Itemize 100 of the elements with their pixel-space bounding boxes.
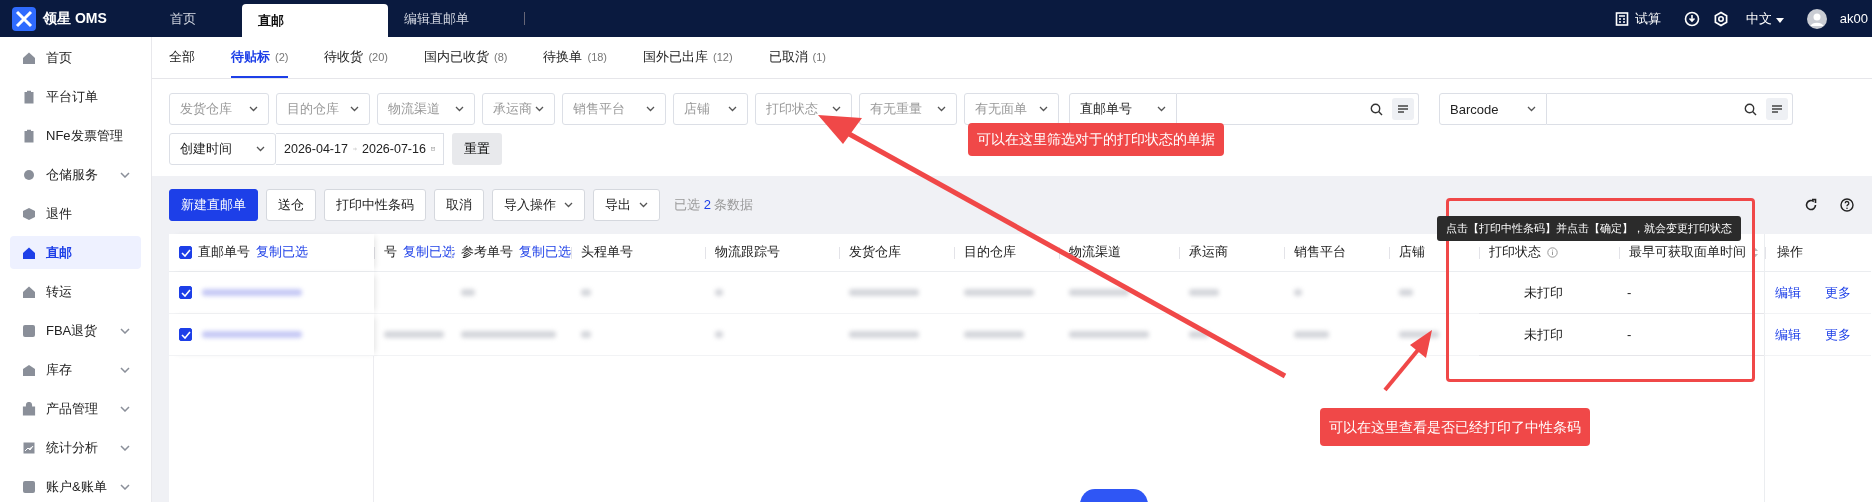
chevron-icon — [249, 106, 258, 112]
select-all-checkbox[interactable] — [179, 246, 192, 259]
list-icon[interactable] — [1766, 98, 1788, 120]
row-action-link[interactable]: 更多 — [1825, 283, 1851, 302]
sidebar-item[interactable]: 产品管理 — [10, 392, 141, 425]
column-header: 头程单号 — [581, 244, 633, 261]
toolbar-button[interactable]: 取消 — [434, 189, 484, 221]
date-type-select[interactable]: 创建时间 — [169, 133, 276, 165]
copy-selected-link[interactable]: 复制已选 — [519, 244, 571, 261]
page-tab[interactable]: 首页 — [154, 0, 242, 37]
sidebar-item[interactable]: 退件 — [10, 197, 141, 230]
page-tab[interactable]: 编辑直邮单 — [388, 0, 518, 37]
app-name: 领星 OMS — [43, 9, 107, 28]
sidebar-item[interactable]: FBA退货 — [10, 314, 141, 347]
blurred-text — [1069, 289, 1129, 296]
column-header: 最早可获取面单时间 — [1629, 244, 1746, 261]
chevron-icon — [120, 366, 130, 373]
search-type-select[interactable]: Barcode — [1439, 93, 1547, 125]
row-checkbox[interactable] — [179, 328, 192, 341]
toolbar-button[interactable]: 新建直邮单 — [169, 189, 258, 221]
chevron-icon — [120, 405, 130, 412]
chevron-icon — [256, 146, 265, 152]
sidebar-item[interactable]: NFe发票管理 — [10, 119, 141, 152]
chevron-icon — [120, 327, 130, 334]
toolbar-button[interactable]: 导入操作 — [492, 189, 585, 221]
calculator-link[interactable]: 试算 — [1615, 9, 1662, 28]
house-icon — [22, 245, 36, 260]
user-name[interactable]: ak00 — [1839, 11, 1868, 26]
chevron-icon — [120, 171, 130, 178]
column-header: 打印状态 — [1489, 244, 1541, 261]
settings-icon[interactable] — [1713, 10, 1730, 27]
date-range-field[interactable]: 2026-04-17 2026-07-16 — [276, 133, 444, 165]
status-tab[interactable]: 全部 — [169, 37, 195, 78]
arrow — [1383, 330, 1432, 392]
help-icon[interactable] — [1840, 198, 1854, 212]
info-icon — [1547, 247, 1558, 258]
status-tab[interactable]: 待换单 (18) — [543, 37, 608, 78]
caret-icon — [1775, 17, 1784, 23]
sidebar-item[interactable]: 转运 — [10, 275, 141, 308]
row-action-link[interactable]: 更多 — [1825, 325, 1851, 344]
sidebar-item[interactable]: 平台订单 — [10, 80, 141, 113]
chevron-icon — [639, 202, 648, 208]
search-icon[interactable] — [1744, 102, 1757, 116]
reset-button[interactable]: 重置 — [452, 133, 502, 165]
status-tab[interactable]: 国外已出库 (12) — [643, 37, 733, 78]
status-tab[interactable]: 待贴标 (2) — [231, 37, 289, 78]
blurred-text — [715, 331, 723, 338]
label-time: - — [1627, 285, 1632, 300]
row-checkbox[interactable] — [179, 286, 192, 299]
chevron-icon — [350, 106, 359, 112]
sidebar-item[interactable]: 库存 — [10, 353, 141, 386]
column-header: 店铺 — [1399, 244, 1425, 261]
sidebar-item[interactable]: 账户&账单 — [10, 470, 141, 502]
chevron-icon — [832, 106, 841, 112]
refresh-icon[interactable] — [1804, 198, 1818, 212]
sidebar-item[interactable]: 首页 — [10, 41, 141, 74]
search-field[interactable] — [1547, 93, 1793, 125]
chevron-icon — [1527, 106, 1536, 112]
toolbar-button[interactable]: 送仓 — [266, 189, 316, 221]
copy-selected-link[interactable]: 复制已选 — [256, 244, 308, 261]
blurred-text — [1189, 331, 1209, 338]
blurred-text — [461, 289, 475, 296]
sidebar-item[interactable]: 仓储服务 — [10, 158, 141, 191]
column-header: 目的仓库 — [964, 244, 1016, 261]
sort-icon[interactable] — [1752, 247, 1759, 258]
toolbar-button[interactable]: 导出 — [593, 189, 660, 221]
blurred-text — [964, 331, 1024, 338]
sidebar-item[interactable]: 统计分析 — [10, 431, 141, 464]
status-tab[interactable]: 已取消 (1) — [768, 37, 827, 78]
column-header: 物流跟踪号 — [715, 244, 780, 261]
chart-icon — [22, 440, 36, 455]
download-icon[interactable] — [1684, 10, 1701, 27]
column-header: 承运商 — [1189, 244, 1228, 261]
column-header: 操作 — [1777, 244, 1803, 261]
list-icon[interactable] — [1392, 98, 1414, 120]
chevron-icon — [646, 106, 655, 112]
search-type-select[interactable]: 直邮单号 — [1069, 93, 1177, 125]
square-icon — [22, 323, 36, 338]
status-tab[interactable]: 待收货 (20) — [324, 37, 388, 78]
column-header: 直邮单号 — [198, 244, 250, 261]
chevron-icon — [455, 106, 464, 112]
avatar-icon[interactable] — [1806, 8, 1827, 29]
column-header: 号 — [384, 244, 397, 261]
chevron-icon — [535, 106, 544, 112]
blurred-text — [1294, 289, 1302, 296]
toolbar-button[interactable]: 打印中性条码 — [324, 189, 426, 221]
sidebar-item[interactable]: 直邮 — [10, 236, 141, 269]
column-header: 物流渠道 — [1069, 244, 1121, 261]
row-action-link[interactable]: 编辑 — [1775, 283, 1801, 302]
status-tab[interactable]: 国内已收货 (8) — [424, 37, 508, 78]
gear-icon — [22, 167, 36, 182]
language-select[interactable]: 中文 — [1746, 9, 1784, 28]
column-header: 销售平台 — [1294, 244, 1346, 261]
row-action-link[interactable]: 编辑 — [1775, 325, 1801, 344]
building-icon — [22, 362, 36, 377]
page-tab[interactable]: 直邮 — [242, 4, 388, 37]
print-status: 未打印 — [1524, 325, 1563, 344]
search-icon[interactable] — [1370, 102, 1383, 116]
blurred-text — [964, 289, 1034, 296]
blurred-text — [581, 331, 591, 338]
